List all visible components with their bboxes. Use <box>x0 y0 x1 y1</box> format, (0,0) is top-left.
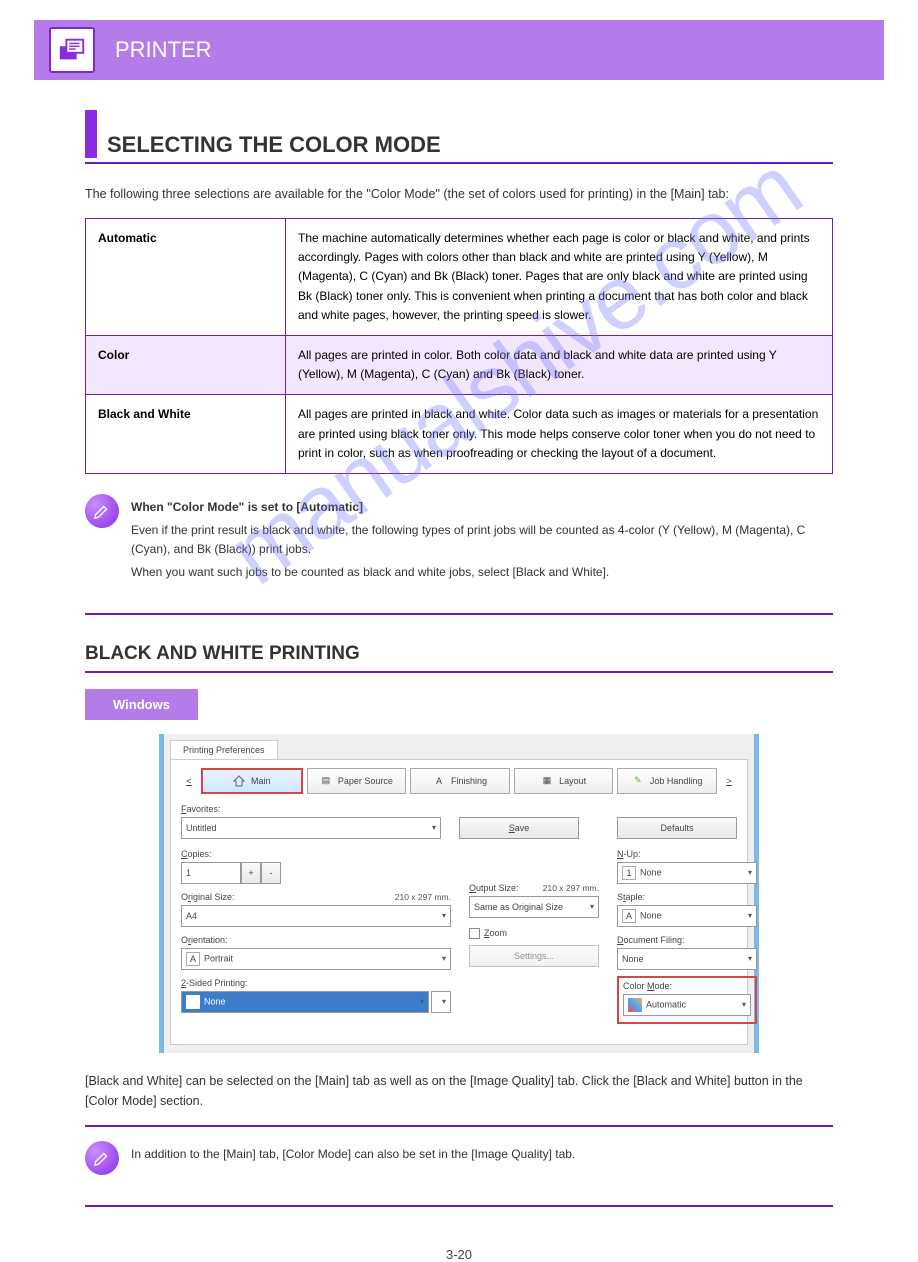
note-block: When "Color Mode" is set to [Automatic] … <box>85 494 833 615</box>
twosided-dropdown[interactable] <box>431 991 451 1013</box>
nup-label: N-Up: <box>617 849 757 859</box>
desc-cell: The machine automatically determines whe… <box>286 219 833 336</box>
header: PRINTER <box>34 20 884 80</box>
defaults-button[interactable]: Defaults <box>617 817 737 839</box>
color-icon <box>628 998 642 1012</box>
tab-main[interactable]: Main <box>201 768 303 794</box>
nup-select[interactable]: 1None <box>617 862 757 884</box>
mode-cell: Automatic <box>86 219 286 336</box>
tab-prev[interactable]: < <box>181 776 197 786</box>
save-button[interactable]: Save <box>459 817 579 839</box>
outsize-select[interactable]: Same as Original Size <box>469 896 599 918</box>
desc-cell: All pages are printed in color. Both col… <box>286 335 833 394</box>
dialog-title-tab: Printing Preferences <box>170 740 278 759</box>
origsize-select[interactable]: A4 <box>181 905 451 927</box>
desc-cell: All pages are printed in black and white… <box>286 395 833 474</box>
tab-paper-source[interactable]: ▤ Paper Source <box>307 768 407 794</box>
staple-icon: A <box>622 909 636 923</box>
staple-select[interactable]: ANone <box>617 905 757 927</box>
plus-button[interactable]: + <box>241 862 261 884</box>
favorites-label: Favorites: <box>181 804 441 814</box>
intro-text: The following three selections are avail… <box>85 184 833 204</box>
printer-app-icon <box>49 27 95 73</box>
outsize-label: Output Size: <box>469 883 519 893</box>
page-number: 3-20 <box>85 1247 833 1262</box>
copies-label: Copies: <box>181 849 451 859</box>
tray-icon: ▤ <box>320 775 332 787</box>
favorites-select[interactable]: Untitled <box>181 817 441 839</box>
mode-cell: Black and White <box>86 395 286 474</box>
one-icon: 1 <box>622 866 636 880</box>
home-icon <box>233 775 245 787</box>
staple-label: Staple: <box>617 892 757 902</box>
zoom-check[interactable]: Zoom <box>469 928 599 939</box>
os-badge: Windows <box>85 689 198 720</box>
docfiling-select[interactable]: None <box>617 948 757 970</box>
mode-cell: Color <box>86 335 286 394</box>
docfiling-label: Document Filing: <box>617 935 757 945</box>
page-icon: A <box>433 775 445 787</box>
caption-text: [Black and White] can be selected on the… <box>85 1071 833 1111</box>
orientation-select[interactable]: APortrait <box>181 948 451 970</box>
dialog-screenshot: Printing Preferences < Main ▤ Paper Sour… <box>159 734 759 1053</box>
orientation-label: Orientation: <box>181 935 451 945</box>
color-mode-table: AutomaticThe machine automatically deter… <box>85 218 833 474</box>
pencil-icon <box>85 494 119 528</box>
portrait-icon: A <box>186 952 200 966</box>
tab-job-handling[interactable]: ✎ Job Handling <box>617 768 717 794</box>
tab-finishing[interactable]: A Finishing <box>410 768 510 794</box>
none-icon: ▯ <box>186 995 200 1009</box>
settings-button: Settings... <box>469 945 599 967</box>
colormode-label: Color Mode: <box>623 981 751 991</box>
grid-icon: ▦ <box>541 775 553 787</box>
section-heading: SELECTING THE COLOR MODE <box>85 110 833 164</box>
note-block-2: In addition to the [Main] tab, [Color Mo… <box>85 1125 833 1207</box>
twosided-label: 2-Sided Printing: <box>181 978 451 988</box>
subsection-heading: BLACK AND WHITE PRINTING <box>85 643 833 673</box>
minus-button[interactable]: - <box>261 862 281 884</box>
clip-icon: ✎ <box>632 775 644 787</box>
tab-next[interactable]: > <box>721 776 737 786</box>
pencil-icon <box>85 1141 119 1175</box>
copies-spinner[interactable]: 1 + - <box>181 862 451 884</box>
header-title: PRINTER <box>115 37 212 63</box>
origsize-label: Original Size: <box>181 892 235 902</box>
twosided-select[interactable]: ▯None <box>181 991 429 1013</box>
colormode-select[interactable]: Automatic <box>623 994 751 1016</box>
tab-layout[interactable]: ▦ Layout <box>514 768 614 794</box>
